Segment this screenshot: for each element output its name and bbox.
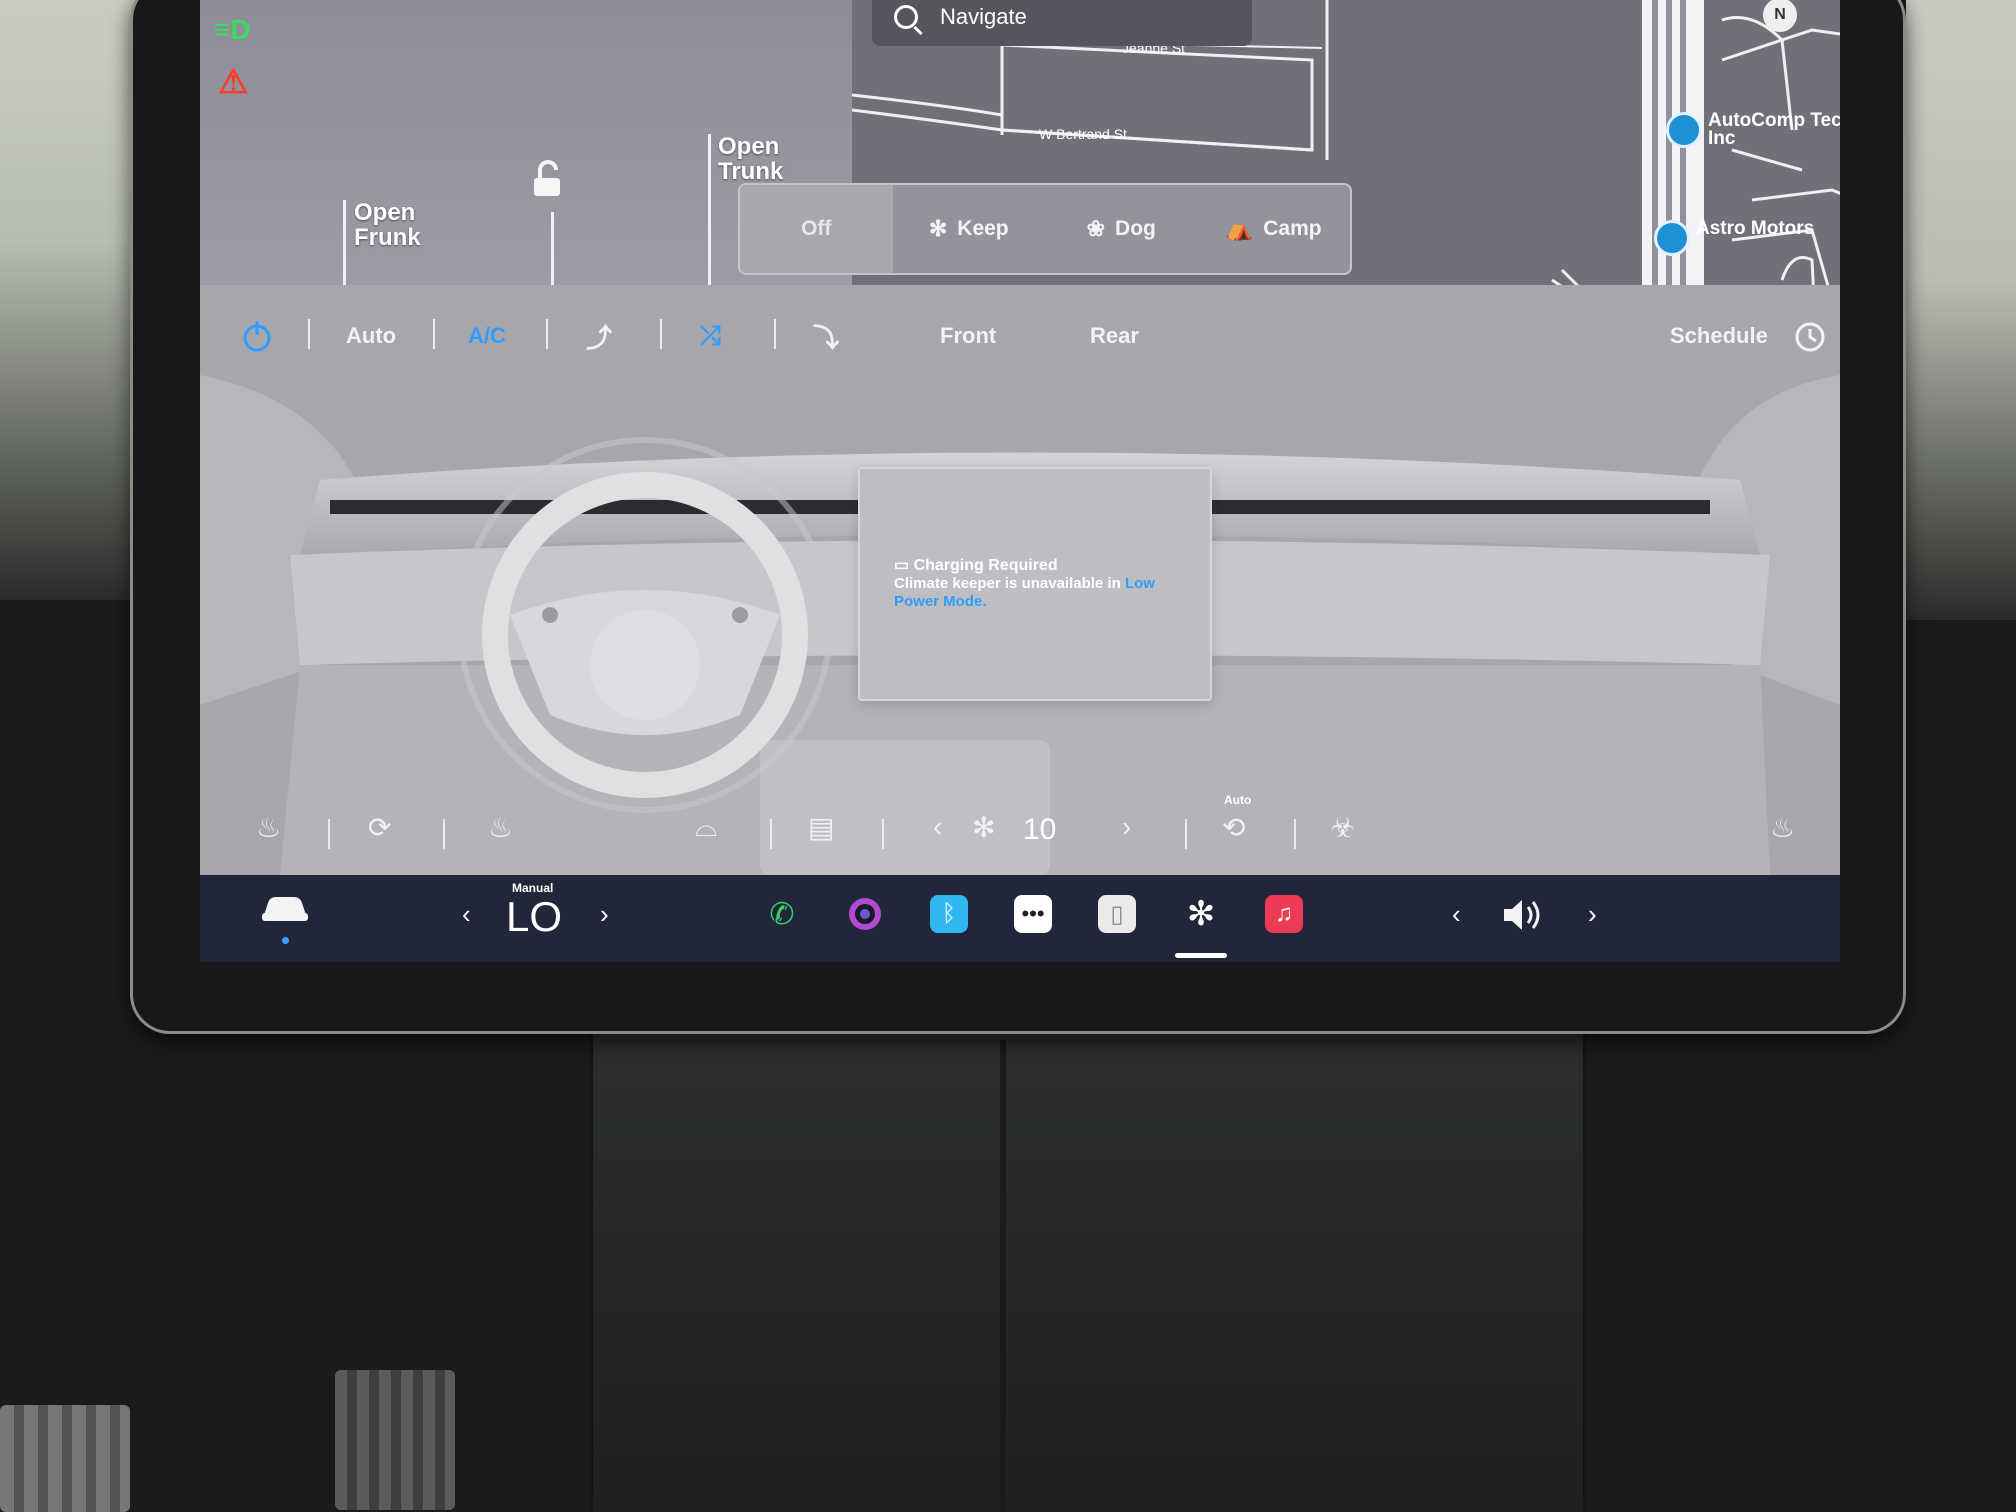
navigate-placeholder: Navigate [940, 4, 1027, 29]
phone-icon[interactable]: ✆ [763, 895, 801, 933]
front-tab[interactable]: Front [940, 311, 996, 361]
keeper-camp[interactable]: ⛺ Camp [1198, 185, 1351, 273]
driver-seat-heat-icon[interactable]: ♨ [256, 811, 281, 844]
volume-icon[interactable] [1500, 895, 1548, 935]
keeper-dog-label: Dog [1115, 217, 1156, 240]
separator [546, 319, 548, 349]
airflow-feet-icon[interactable]: ⤵ [813, 311, 839, 361]
separator [660, 319, 662, 349]
temp-increase-button[interactable]: › [600, 899, 609, 930]
fan-decrease-button[interactable]: ‹ [933, 811, 942, 843]
recirc-mode-label: Auto [1224, 793, 1252, 807]
charging-required-message: ▭ Charging Required Climate keeper is un… [858, 467, 1212, 701]
rear-tab[interactable]: Rear [1090, 311, 1139, 361]
fan-speed-value: 10 [1023, 813, 1057, 846]
background-left [0, 0, 150, 600]
navigate-search[interactable]: Navigate [872, 0, 1252, 46]
paw-icon: ❀ [1086, 216, 1106, 241]
poi-astro-motors[interactable]: Astro Motors [1654, 218, 1815, 256]
open-frunk-button[interactable]: Open Frunk [354, 200, 421, 250]
front-defrost-icon[interactable]: ⌓ [695, 811, 717, 844]
console-seam [1000, 1040, 1006, 1512]
message-body-text: Climate keeper is unavailable in [894, 575, 1125, 592]
ac-button[interactable]: A/C [468, 311, 506, 361]
active-indicator [282, 937, 289, 944]
message-title-text: Charging Required [913, 557, 1058, 574]
keeper-keep[interactable]: ✻ Keep [893, 185, 1046, 273]
seat-cool-icon[interactable]: ♨ [488, 811, 513, 844]
keeper-off-label: Off [801, 217, 832, 240]
separator [1294, 819, 1296, 849]
schedule-button[interactable]: Schedule [1670, 311, 1768, 361]
volume-decrease-button[interactable]: ‹ [1452, 899, 1461, 930]
center-console [590, 1030, 1586, 1512]
notes-icon[interactable]: ▯ [1098, 895, 1136, 933]
passenger-seat-heat-icon[interactable]: ♨ [1770, 811, 1795, 844]
fan-icon: ✻ [972, 812, 996, 843]
climate-fan-icon[interactable]: ✻ [1182, 895, 1220, 933]
open-trunk-button[interactable]: Open Trunk [718, 134, 783, 184]
climate-panel: Auto A/C ⤴ ⤮ ⤵ Front Rear Schedule ▭ Cha… [200, 285, 1840, 875]
separator [770, 819, 772, 849]
climate-keeper-selector: Off ✻ Keep ❀ Dog ⛺ Camp [738, 183, 1352, 275]
fan-increase-button[interactable]: › [1122, 811, 1131, 843]
keeper-off[interactable]: Off [740, 185, 893, 273]
location-pin-icon [1654, 220, 1690, 256]
cabin-temperature[interactable]: LO [506, 893, 562, 941]
search-icon [894, 5, 918, 29]
music-icon[interactable]: ♫ [1265, 895, 1303, 933]
clock-icon[interactable] [1793, 311, 1827, 361]
poi-label: Astro Motors [1696, 218, 1815, 239]
active-app-indicator [1175, 953, 1227, 958]
separator [328, 819, 330, 849]
separator [882, 819, 884, 849]
taskbar: ‹ Manual LO › ✆ ᛒ ••• ▯ ✻ ♫ ‹ › [200, 875, 1840, 962]
fan-icon: ✻ [928, 216, 948, 241]
tent-icon: ⛺ [1225, 216, 1254, 241]
seatbelt-warning-icon: ⚠ [218, 63, 249, 101]
separator [443, 819, 445, 849]
airflow-face-feet-icon[interactable]: ⤮ [700, 311, 721, 361]
separator [308, 319, 310, 349]
poi-label: AutoComp Technologies, Inc [1708, 110, 1840, 149]
lock-line [551, 212, 554, 285]
separator [1185, 819, 1187, 849]
pedal-right [335, 1370, 455, 1510]
battery-icon: ▭ [894, 557, 910, 574]
background-right [1906, 0, 2016, 620]
more-apps-icon[interactable]: ••• [1014, 895, 1052, 933]
message-title: ▭ Charging Required [894, 555, 1058, 575]
keeper-camp-label: Camp [1263, 217, 1322, 240]
separator [774, 319, 776, 349]
trunk-line [708, 134, 711, 285]
message-body: Climate keeper is unavailable in Low Pow… [894, 575, 1184, 611]
airflow-face-icon[interactable]: ⤴ [586, 311, 612, 361]
rear-defrost-icon[interactable]: ▤ [808, 811, 834, 844]
touchscreen: ≡D ⚠ Open Frunk Open Trunk Jeanne St W B… [200, 0, 1840, 962]
volume-increase-button[interactable]: › [1588, 899, 1597, 930]
pedal-left [0, 1405, 130, 1512]
keeper-dog[interactable]: ❀ Dog [1045, 185, 1198, 273]
climate-bottom-controls: ♨ ⟳ ♨ ⌓ ▤ ‹ ✻ 10 › Auto ⟲ ☣ ♨ [200, 793, 1840, 865]
fog-light-icon: ≡D [214, 14, 251, 45]
auto-button[interactable]: Auto [346, 311, 396, 361]
poi-autocomp[interactable]: AutoComp Technologies, Inc [1666, 110, 1840, 149]
steering-heat-icon[interactable]: ⟳ [368, 811, 391, 844]
climate-top-controls: Auto A/C ⤴ ⤮ ⤵ Front Rear Schedule [200, 311, 1840, 361]
street-label-bertrand: W Bertrand St [1039, 126, 1127, 142]
bluetooth-icon[interactable]: ᛒ [930, 895, 968, 933]
power-icon[interactable] [240, 311, 274, 361]
bioweapon-mode-icon[interactable]: ☣ [1330, 811, 1355, 844]
location-pin-icon [1666, 112, 1702, 148]
car-icon[interactable] [260, 893, 310, 923]
frunk-line [343, 200, 346, 285]
unlock-icon[interactable] [530, 160, 566, 200]
temp-decrease-button[interactable]: ‹ [462, 899, 471, 930]
recirculate-icon[interactable]: ⟲ [1222, 811, 1245, 844]
separator [433, 319, 435, 349]
keeper-keep-label: Keep [957, 217, 1009, 240]
camera-icon[interactable] [846, 895, 884, 933]
